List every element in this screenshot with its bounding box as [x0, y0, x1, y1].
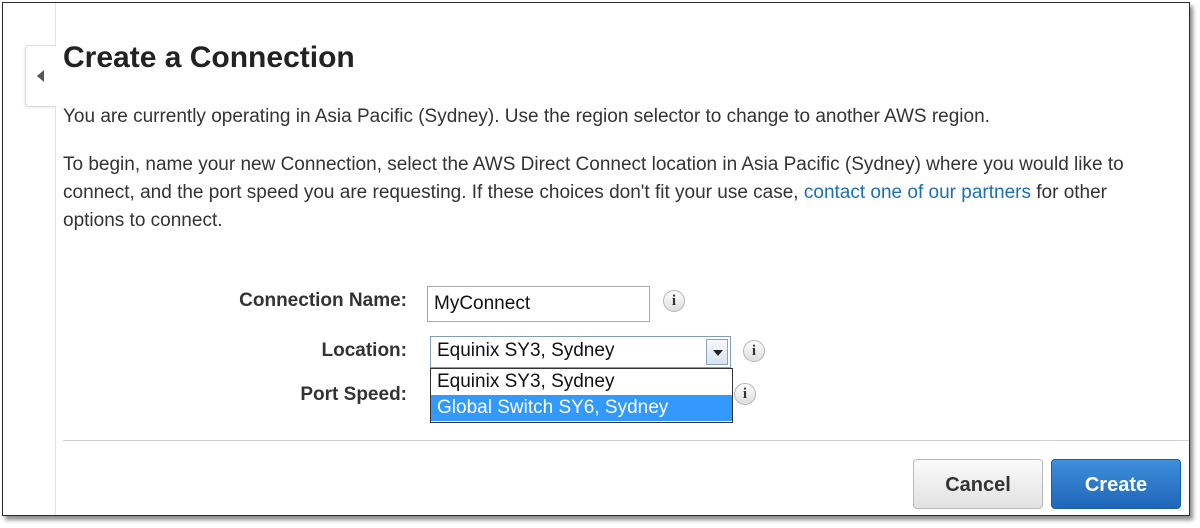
- contact-partners-link[interactable]: contact one of our partners: [804, 182, 1031, 203]
- create-button[interactable]: Create: [1051, 459, 1181, 509]
- connection-name-input[interactable]: [427, 286, 650, 322]
- location-label: Location:: [321, 340, 408, 361]
- port-speed-info-icon[interactable]: i: [734, 383, 756, 405]
- location-select[interactable]: Equinix SY3, Sydney: [430, 336, 731, 368]
- create-connection-panel: Create a Connection You are currently op…: [2, 2, 1190, 516]
- port-speed-label: Port Speed:: [300, 384, 407, 405]
- location-option-highlighted[interactable]: Global Switch SY6, Sydney: [431, 395, 732, 421]
- chevron-down-icon: [713, 350, 723, 356]
- location-option[interactable]: Equinix SY3, Sydney: [431, 369, 732, 395]
- cancel-button[interactable]: Cancel: [913, 459, 1043, 509]
- location-info-icon[interactable]: i: [743, 340, 765, 362]
- collapse-sidebar-button[interactable]: [25, 45, 56, 107]
- page-title: Create a Connection: [63, 41, 355, 74]
- connection-name-info-icon[interactable]: i: [663, 290, 685, 312]
- location-dropdown-list: Equinix SY3, Sydney Global Switch SY6, S…: [430, 368, 733, 423]
- footer-divider: [63, 440, 1189, 441]
- location-selected-value: Equinix SY3, Sydney: [437, 340, 615, 361]
- chevron-left-icon: [37, 70, 44, 82]
- region-notice: You are currently operating in Asia Paci…: [63, 106, 990, 127]
- connection-name-label: Connection Name:: [239, 290, 407, 311]
- dropdown-toggle-button[interactable]: [706, 339, 728, 365]
- intro-text: To begin, name your new Connection, sele…: [63, 151, 1173, 235]
